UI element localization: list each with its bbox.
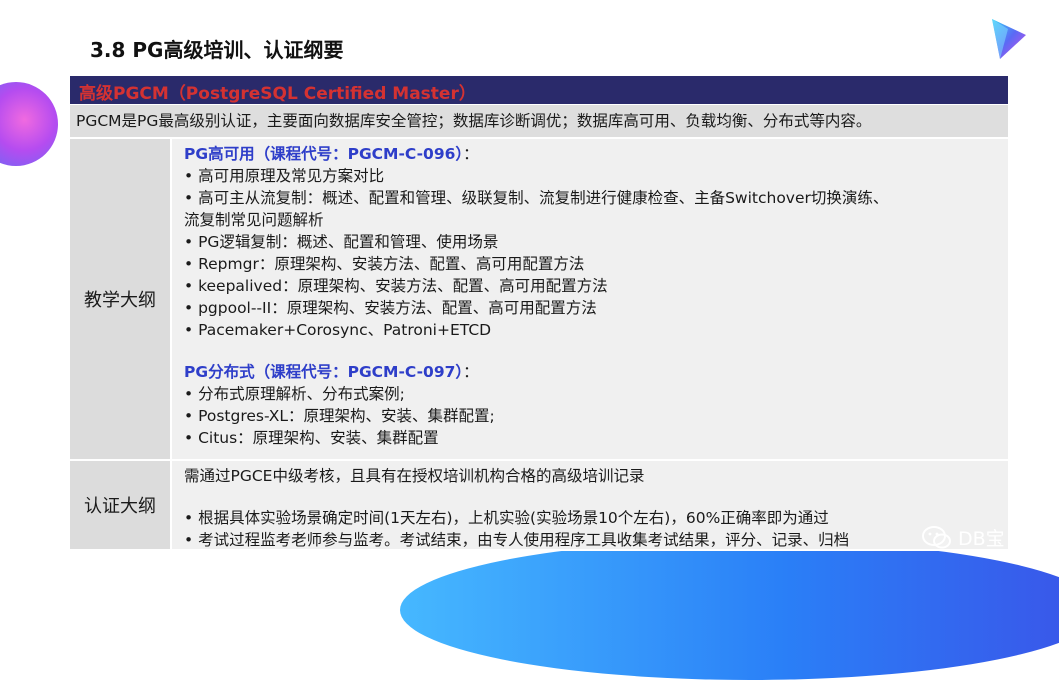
wechat-icon	[922, 525, 951, 548]
list-item: • 根据具体实验场景确定时间(1天左右)，上机实验(实验场景10个左右)，60%…	[184, 509, 829, 527]
syllabus-content: PG高可用（课程代号：PGCM-C-096）： • 高可用原理及常见方案对比 •…	[172, 139, 1008, 459]
course-heading-ha: PG高可用（课程代号：PGCM-C-096）：	[184, 143, 1008, 165]
list-item: • 分布式原理解析、分布式案例;	[184, 385, 405, 403]
course-heading-distributed-text: PG分布式（课程代号：PGCM-C-097）	[184, 363, 464, 381]
slide-title: 3.8 PG高级培训、认证纲要	[90, 38, 344, 62]
certification-content: 需通过PGCE中级考核，且具有在授权培训机构合格的高级培训记录 • 根据具体实验…	[172, 461, 1008, 549]
course-heading-distributed-tail: ：	[463, 363, 479, 381]
certification-row: 认证大纲 需通过PGCE中级考核，且具有在授权培训机构合格的高级培训记录 • 根…	[70, 461, 1008, 551]
list-item: • PG逻辑复制：概述、配置和管理、使用场景	[184, 233, 499, 251]
list-item: • Citus：原理架构、安装、集群配置	[184, 429, 439, 447]
syllabus-label: 教学大纲	[70, 139, 172, 459]
list-item: • pgpool--II：原理架构、安装方法、配置、高可用配置方法	[184, 299, 597, 317]
table-header-text: 高级PGCM（PostgreSQL Certified Master）	[79, 84, 476, 104]
certification-label: 认证大纲	[70, 461, 172, 549]
list-item: • 考试过程监考老师参与监考。考试结束，由专人使用程序工具收集考试结果，评分、记…	[184, 531, 850, 549]
list-item: • keepalived：原理架构、安装方法、配置、高可用配置方法	[184, 277, 608, 295]
list-item: • Postgres-XL：原理架构、安装、集群配置;	[184, 407, 495, 425]
list-item: • Repmgr：原理架构、安装方法、配置、高可用配置方法	[184, 255, 585, 273]
logo-icon	[992, 19, 1026, 59]
pgcm-table: 高级PGCM（PostgreSQL Certified Master） PGCM…	[70, 76, 1008, 551]
syllabus-row: 教学大纲 PG高可用（课程代号：PGCM-C-096）： • 高可用原理及常见方…	[70, 139, 1008, 461]
watermark: DB宝	[922, 524, 1005, 551]
table-header: 高级PGCM（PostgreSQL Certified Master）	[70, 76, 1008, 105]
course-heading-ha-tail: ：	[463, 145, 479, 163]
course-heading-distributed: PG分布式（课程代号：PGCM-C-097）：	[184, 361, 1008, 383]
watermark-text: DB宝	[958, 528, 1005, 550]
course-heading-ha-text: PG高可用（课程代号：PGCM-C-096）	[184, 145, 464, 163]
decorative-bottom-arc	[400, 540, 1059, 680]
list-item: • 高可主从流复制：概述、配置和管理、级联复制、流复制进行健康检查、主备Swit…	[184, 189, 889, 207]
list-item: • Pacemaker+Corosync、Patroni+ETCD	[184, 321, 492, 339]
certification-requirement: 需通过PGCE中级考核，且具有在授权培训机构合格的高级培训记录	[184, 467, 645, 485]
list-item: • 高可用原理及常见方案对比	[184, 167, 385, 185]
summary-row: PGCM是PG最高级别认证，主要面向数据库安全管控；数据库诊断调优；数据库高可用…	[70, 105, 1008, 139]
list-item: 流复制常见问题解析	[184, 211, 324, 229]
decorative-circle	[0, 82, 58, 166]
